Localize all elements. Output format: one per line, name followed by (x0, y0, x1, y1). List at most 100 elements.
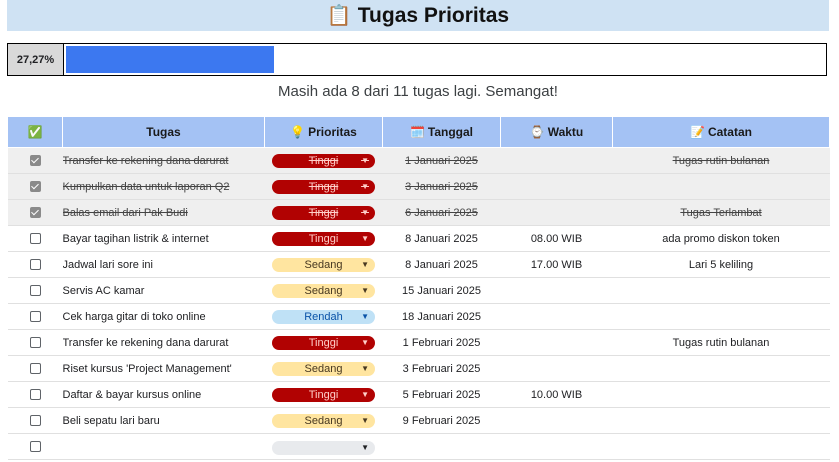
time-cell[interactable] (500, 355, 613, 382)
column-header-task[interactable]: Tugas (62, 116, 265, 148)
row-checkbox-cell[interactable] (7, 147, 63, 174)
priority-dropdown[interactable]: Tinggi ▼ (272, 335, 375, 350)
notes-cell[interactable]: ada promo diskon token (612, 225, 830, 252)
column-header-notes[interactable]: 📝 Catatan (612, 116, 830, 148)
task-checkbox[interactable] (29, 155, 41, 167)
row-checkbox-cell[interactable] (7, 173, 63, 200)
row-checkbox-cell[interactable] (7, 407, 63, 434)
time-cell[interactable]: 10.00 WIB (500, 381, 613, 408)
row-checkbox-cell[interactable] (7, 277, 63, 304)
priority-cell[interactable]: Sedang ▼ (264, 251, 383, 278)
column-header-priority[interactable]: 💡 Prioritas (264, 116, 383, 148)
task-cell[interactable]: Kumpulkan data untuk laporan Q2 (62, 173, 265, 200)
priority-cell[interactable]: Tinggi ▼ (264, 199, 383, 226)
task-cell[interactable]: Daftar & bayar kursus online (62, 381, 265, 408)
notes-cell[interactable]: Tugas Terlambat (612, 199, 830, 226)
task-checkbox[interactable] (29, 311, 41, 323)
priority-cell[interactable]: Sedang ▼ (264, 277, 383, 304)
date-cell[interactable]: 1 Januari 2025 (382, 147, 501, 174)
notes-cell[interactable]: Tugas rutin bulanan (612, 329, 830, 356)
task-cell[interactable]: Bayar tagihan listrik & internet (62, 225, 265, 252)
task-checkbox[interactable] (29, 441, 41, 453)
row-checkbox-cell[interactable] (7, 381, 63, 408)
time-cell[interactable] (500, 303, 613, 330)
task-checkbox[interactable] (29, 181, 41, 193)
priority-dropdown[interactable]: Tinggi ▼ (272, 205, 375, 220)
time-cell[interactable]: 17.00 WIB (500, 251, 613, 278)
priority-dropdown[interactable]: Tinggi ▼ (272, 153, 375, 168)
date-cell[interactable]: 5 Februari 2025 (382, 381, 501, 408)
priority-cell[interactable]: Tinggi ▼ (264, 381, 383, 408)
row-checkbox-cell[interactable] (7, 303, 63, 330)
date-cell[interactable]: 15 Januari 2025 (382, 277, 501, 304)
date-cell[interactable]: 1 Februari 2025 (382, 329, 501, 356)
priority-cell[interactable]: ▼ (264, 433, 383, 460)
time-cell[interactable] (500, 329, 613, 356)
date-cell[interactable] (382, 433, 501, 460)
priority-cell[interactable]: Tinggi ▼ (264, 329, 383, 356)
task-cell[interactable]: Beli sepatu lari baru (62, 407, 265, 434)
time-cell[interactable] (500, 407, 613, 434)
task-cell[interactable]: Jadwal lari sore ini (62, 251, 265, 278)
date-cell[interactable]: 8 Januari 2025 (382, 251, 501, 278)
task-cell[interactable]: Riset kursus 'Project Management' (62, 355, 265, 382)
task-checkbox[interactable] (29, 415, 41, 427)
row-checkbox-cell[interactable] (7, 329, 63, 356)
column-header-check[interactable]: ✅ (7, 116, 63, 148)
notes-cell[interactable] (612, 381, 830, 408)
priority-cell[interactable]: Sedang ▼ (264, 355, 383, 382)
task-checkbox[interactable] (29, 389, 41, 401)
row-checkbox-cell[interactable] (7, 355, 63, 382)
task-checkbox[interactable] (29, 259, 41, 271)
task-checkbox[interactable] (29, 207, 41, 219)
time-cell[interactable] (500, 433, 613, 460)
task-cell[interactable]: Cek harga gitar di toko online (62, 303, 265, 330)
priority-dropdown[interactable]: ▼ (272, 440, 375, 455)
notes-cell[interactable] (612, 277, 830, 304)
task-cell[interactable]: Transfer ke rekening dana darurat (62, 147, 265, 174)
priority-cell[interactable]: Tinggi ▼ (264, 147, 383, 174)
date-cell[interactable]: 3 Januari 2025 (382, 173, 501, 200)
notes-cell[interactable] (612, 355, 830, 382)
priority-cell[interactable]: Rendah ▼ (264, 303, 383, 330)
priority-dropdown[interactable]: Sedang ▼ (272, 361, 375, 376)
task-cell[interactable]: Balas email dari Pak Budi (62, 199, 265, 226)
priority-cell[interactable]: Sedang ▼ (264, 407, 383, 434)
row-checkbox-cell[interactable] (7, 225, 63, 252)
time-cell[interactable]: 08.00 WIB (500, 225, 613, 252)
notes-cell[interactable]: Tugas rutin bulanan (612, 147, 830, 174)
notes-cell[interactable]: Lari 5 keliling (612, 251, 830, 278)
date-cell[interactable]: 9 Februari 2025 (382, 407, 501, 434)
task-checkbox[interactable] (29, 233, 41, 245)
priority-dropdown[interactable]: Tinggi ▼ (272, 387, 375, 402)
task-checkbox[interactable] (29, 285, 41, 297)
date-cell[interactable]: 6 Januari 2025 (382, 199, 501, 226)
priority-cell[interactable]: Tinggi ▼ (264, 173, 383, 200)
notes-cell[interactable] (612, 407, 830, 434)
priority-dropdown[interactable]: Sedang ▼ (272, 257, 375, 272)
column-header-date[interactable]: 🗓️ Tanggal (382, 116, 501, 148)
notes-cell[interactable] (612, 433, 830, 460)
row-checkbox-cell[interactable] (7, 199, 63, 226)
time-cell[interactable] (500, 173, 613, 200)
time-cell[interactable] (500, 277, 613, 304)
task-cell[interactable]: Transfer ke rekening dana darurat (62, 329, 265, 356)
row-checkbox-cell[interactable] (7, 251, 63, 278)
priority-cell[interactable]: Tinggi ▼ (264, 225, 383, 252)
priority-dropdown[interactable]: Tinggi ▼ (272, 231, 375, 246)
date-cell[interactable]: 8 Januari 2025 (382, 225, 501, 252)
priority-dropdown[interactable]: Sedang ▼ (272, 283, 375, 298)
task-checkbox[interactable] (29, 337, 41, 349)
priority-dropdown[interactable]: Tinggi ▼ (272, 179, 375, 194)
time-cell[interactable] (500, 147, 613, 174)
date-cell[interactable]: 3 Februari 2025 (382, 355, 501, 382)
task-checkbox[interactable] (29, 363, 41, 375)
column-header-time[interactable]: ⌚ Waktu (500, 116, 613, 148)
task-cell[interactable]: Servis AC kamar (62, 277, 265, 304)
row-checkbox-cell[interactable] (7, 433, 63, 460)
time-cell[interactable] (500, 199, 613, 226)
notes-cell[interactable] (612, 303, 830, 330)
notes-cell[interactable] (612, 173, 830, 200)
priority-dropdown[interactable]: Rendah ▼ (272, 309, 375, 324)
priority-dropdown[interactable]: Sedang ▼ (272, 413, 375, 428)
